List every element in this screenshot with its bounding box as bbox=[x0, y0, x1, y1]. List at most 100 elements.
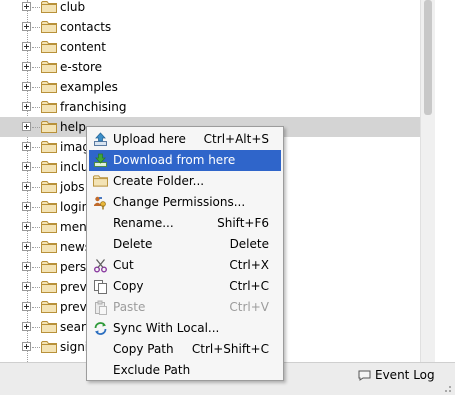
menu-item-shortcut: Ctrl+C bbox=[229, 279, 269, 293]
folder-icon bbox=[41, 280, 57, 293]
expand-icon[interactable] bbox=[22, 102, 31, 111]
folder-icon bbox=[41, 220, 57, 233]
tree-connector bbox=[32, 107, 40, 108]
menu-item-download-from-here[interactable]: Download from here bbox=[89, 150, 281, 171]
copy-icon bbox=[93, 279, 108, 294]
menu-item-label: Copy bbox=[113, 279, 144, 293]
menu-item-shortcut: Delete bbox=[229, 237, 269, 251]
menu-item-shortcut: Ctrl+X bbox=[229, 258, 269, 272]
tree-connector bbox=[32, 327, 40, 328]
tree-connector bbox=[32, 187, 40, 188]
folder-icon bbox=[41, 120, 57, 133]
expand-icon[interactable] bbox=[22, 262, 31, 271]
tree-item[interactable]: examples bbox=[0, 77, 420, 97]
tree-connector bbox=[32, 287, 40, 288]
expand-icon[interactable] bbox=[22, 142, 31, 151]
tree-connector bbox=[32, 207, 40, 208]
tree-item-label: e-store bbox=[60, 60, 103, 74]
expand-icon[interactable] bbox=[22, 222, 31, 231]
tree-item[interactable]: club bbox=[0, 0, 420, 17]
menu-item-label: Upload here bbox=[113, 132, 186, 146]
tree-item-label: club bbox=[60, 0, 86, 14]
folder-icon bbox=[41, 240, 57, 253]
expand-icon[interactable] bbox=[22, 82, 31, 91]
menu-item-label: Rename... bbox=[113, 216, 174, 230]
vertical-scrollbar[interactable] bbox=[420, 0, 435, 362]
tree-item-label: login bbox=[60, 200, 90, 214]
tree-item-label: franchising bbox=[60, 100, 127, 114]
folder-icon bbox=[41, 140, 57, 153]
menu-item-copy-path[interactable]: Copy Path Ctrl+Shift+C bbox=[89, 339, 281, 360]
menu-item-shortcut: Ctrl+V bbox=[229, 300, 269, 314]
expand-icon[interactable] bbox=[22, 42, 31, 51]
tree-connector bbox=[32, 27, 40, 28]
paste-icon bbox=[93, 300, 108, 315]
tree-connector bbox=[32, 47, 40, 48]
folder-icon bbox=[41, 40, 57, 53]
menu-item-shortcut: Ctrl+Alt+S bbox=[203, 132, 269, 146]
tree-connector bbox=[32, 247, 40, 248]
folder-icon bbox=[41, 80, 57, 93]
expand-icon[interactable] bbox=[22, 122, 31, 131]
tree-item-label: inclu bbox=[60, 160, 89, 174]
tree-item-label: men bbox=[60, 220, 87, 234]
menu-item-copy[interactable]: Copy Ctrl+C bbox=[89, 276, 281, 297]
tree-connector bbox=[32, 7, 40, 8]
expand-icon[interactable] bbox=[22, 282, 31, 291]
folder-icon bbox=[41, 160, 57, 173]
menu-item-create-folder[interactable]: Create Folder... bbox=[89, 171, 281, 192]
folder-icon bbox=[41, 300, 57, 313]
expand-icon[interactable] bbox=[22, 62, 31, 71]
menu-item-cut[interactable]: Cut Ctrl+X bbox=[89, 255, 281, 276]
menu-item-label: Delete bbox=[113, 237, 153, 251]
menu-item-change-permissions[interactable]: Change Permissions... bbox=[89, 192, 281, 213]
menu-item-label: Create Folder... bbox=[113, 174, 205, 188]
expand-icon[interactable] bbox=[22, 162, 31, 171]
menu-item-label: Download from here bbox=[113, 153, 236, 167]
menu-item-label: Paste bbox=[113, 300, 146, 314]
menu-item-label: Cut bbox=[113, 258, 134, 272]
context-menu: Upload here Ctrl+Alt+S Download from here C… bbox=[86, 126, 284, 381]
expand-icon[interactable] bbox=[22, 182, 31, 191]
tree-item[interactable]: e-store bbox=[0, 57, 420, 77]
folder-icon bbox=[41, 260, 57, 273]
menu-item-rename[interactable]: Rename... Shift+F6 bbox=[89, 213, 281, 234]
speech-bubble-icon bbox=[358, 370, 371, 381]
permissions-icon bbox=[93, 195, 108, 210]
folder-icon bbox=[41, 60, 57, 73]
tree-item-label: contacts bbox=[60, 20, 112, 34]
menu-item-delete[interactable]: Delete Delete bbox=[89, 234, 281, 255]
menu-item-label: Change Permissions... bbox=[113, 195, 246, 209]
tree-item[interactable]: contacts bbox=[0, 17, 420, 37]
menu-item-upload-here[interactable]: Upload here Ctrl+Alt+S bbox=[89, 129, 281, 150]
tree-connector bbox=[32, 167, 40, 168]
menu-item-sync-with-local[interactable]: Sync With Local... bbox=[89, 318, 281, 339]
sync-icon bbox=[93, 321, 108, 336]
menu-item-label: Sync With Local... bbox=[113, 321, 220, 335]
tree-item-label: content bbox=[60, 40, 106, 54]
expand-icon[interactable] bbox=[22, 2, 31, 11]
tree-connector bbox=[32, 67, 40, 68]
expand-icon[interactable] bbox=[22, 302, 31, 311]
folder-icon bbox=[41, 340, 57, 353]
expand-icon[interactable] bbox=[22, 242, 31, 251]
scrollbar-thumb[interactable] bbox=[424, 0, 432, 115]
expand-icon[interactable] bbox=[22, 322, 31, 331]
expand-icon[interactable] bbox=[22, 202, 31, 211]
folder-icon bbox=[93, 174, 108, 189]
download-icon bbox=[93, 153, 108, 168]
resize-grip-icon[interactable] bbox=[441, 385, 453, 393]
menu-item-paste[interactable]: Paste Ctrl+V bbox=[89, 297, 281, 318]
expand-icon[interactable] bbox=[22, 22, 31, 31]
event-log-label: Event Log bbox=[375, 368, 435, 382]
tree-connector bbox=[32, 347, 40, 348]
tree-item-label: help bbox=[60, 120, 86, 134]
menu-item-label: Exclude Path bbox=[113, 363, 191, 377]
expand-icon[interactable] bbox=[22, 342, 31, 351]
menu-item-label: Copy Path bbox=[113, 342, 174, 356]
tree-connector bbox=[32, 307, 40, 308]
tree-item[interactable]: content bbox=[0, 37, 420, 57]
tree-connector bbox=[32, 227, 40, 228]
tree-item[interactable]: franchising bbox=[0, 97, 420, 117]
menu-item-exclude-path[interactable]: Exclude Path bbox=[89, 360, 281, 381]
